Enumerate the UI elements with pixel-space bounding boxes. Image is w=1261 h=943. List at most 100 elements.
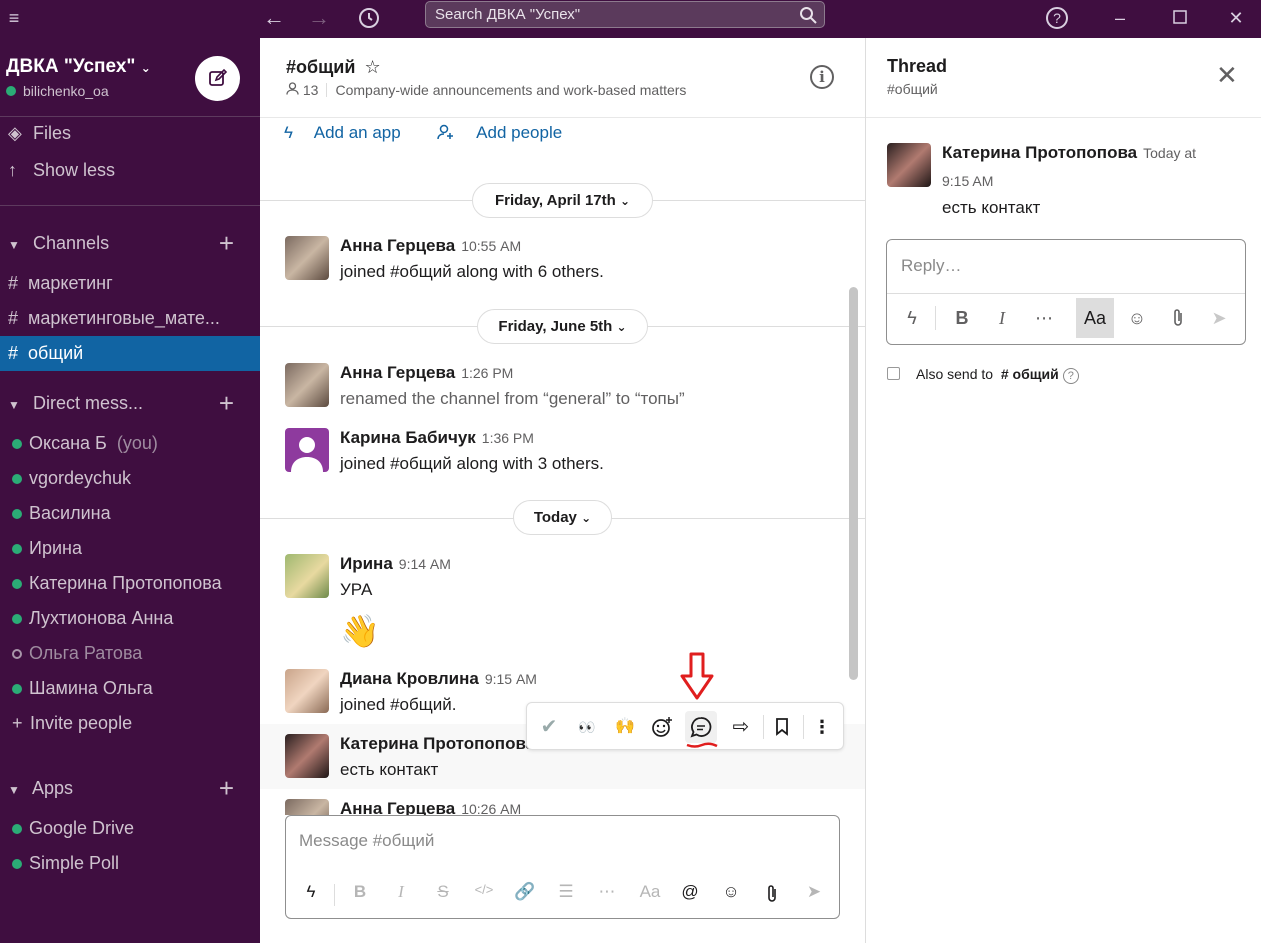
avatar[interactable]: [285, 669, 329, 713]
sidebar-channel-general[interactable]: # общий: [0, 336, 260, 371]
strikethrough-icon[interactable]: S: [431, 882, 455, 902]
reply-in-thread-icon[interactable]: [685, 711, 717, 743]
link-icon[interactable]: 🔗: [513, 882, 537, 902]
more-formatting-icon[interactable]: ⋯: [595, 882, 619, 902]
message-time[interactable]: 9:14 AM: [399, 556, 451, 572]
compose-button[interactable]: [195, 56, 240, 101]
message-time[interactable]: 10:26 AM: [461, 801, 521, 815]
message-author[interactable]: Анна Герцева 1:26 PM: [340, 363, 513, 383]
message-author[interactable]: Катерина Протопопова Today at: [942, 143, 1196, 163]
reply-composer[interactable]: Reply… ϟ B I ⋯ Aa ☺ ➤: [886, 239, 1246, 345]
star-icon[interactable]: ☆: [364, 57, 380, 77]
checkmark-reaction-icon[interactable]: ✔: [533, 711, 565, 743]
avatar[interactable]: [285, 734, 329, 778]
sidebar-dm-vasilina[interactable]: Василина: [0, 496, 260, 531]
help-icon[interactable]: ?: [1045, 4, 1069, 38]
avatar[interactable]: [285, 428, 329, 472]
avatar[interactable]: [285, 799, 329, 815]
also-send-checkbox[interactable]: [887, 367, 900, 380]
direct-messages-header[interactable]: ▼ Direct mess... +: [0, 386, 260, 421]
message[interactable]: Анна Герцева 10:26 AM: [285, 799, 845, 815]
forward-arrow-icon[interactable]: →: [305, 4, 333, 32]
add-app-link[interactable]: ϟ Add an app: [284, 123, 417, 142]
add-channel-icon[interactable]: +: [219, 226, 234, 261]
channel-title[interactable]: #общий ☆: [286, 57, 381, 78]
member-count[interactable]: 13: [303, 82, 319, 98]
formatting-toggle-icon[interactable]: Aa: [638, 882, 662, 902]
scrollbar[interactable]: [849, 287, 858, 680]
add-people-link[interactable]: Add people: [437, 123, 578, 142]
emoji-icon[interactable]: ☺: [1118, 298, 1156, 338]
message-time[interactable]: 1:36 PM: [482, 430, 534, 446]
message-time-continued[interactable]: 9:15 AM: [942, 173, 993, 189]
sidebar-dm-katerina[interactable]: Катерина Протопопова: [0, 566, 260, 601]
workspace-name[interactable]: ДВКА "Успех" ⌄: [6, 56, 151, 78]
message-composer[interactable]: Message #общий ϟ B I S </> 🔗 ☰ ⋯ Aa @ ☺ …: [285, 815, 840, 919]
sidebar-channel-marketing-materials[interactable]: # маркетинговые_мате...: [0, 301, 260, 336]
day-pill[interactable]: Friday, April 17th ⌄: [472, 183, 653, 218]
day-pill[interactable]: Friday, June 5th ⌄: [477, 309, 648, 344]
message-time[interactable]: 1:26 PM: [461, 365, 513, 381]
history-icon[interactable]: [355, 4, 383, 38]
message-author[interactable]: Анна Герцева 10:26 AM: [340, 799, 521, 815]
italic-icon[interactable]: I: [389, 882, 413, 902]
message-author[interactable]: Ирина 9:14 AM: [340, 554, 451, 574]
member-icon[interactable]: [286, 82, 303, 98]
sidebar-dm-shamina[interactable]: Шамина Ольга: [0, 671, 260, 706]
avatar[interactable]: [887, 143, 931, 187]
emoji-icon[interactable]: ☺: [719, 882, 743, 902]
help-icon[interactable]: ?: [1062, 368, 1079, 384]
maximize-icon[interactable]: [1170, 4, 1190, 32]
close-icon[interactable]: ✕: [1216, 62, 1238, 88]
add-app-icon[interactable]: +: [219, 771, 234, 806]
day-pill[interactable]: Today ⌄: [513, 500, 612, 535]
also-send-option[interactable]: Also send to # общий?: [887, 366, 1079, 384]
sidebar-dm-irina[interactable]: Ирина: [0, 531, 260, 566]
message-time[interactable]: Today at: [1143, 145, 1196, 161]
send-icon[interactable]: ➤: [802, 882, 826, 902]
sidebar-app-simple-poll[interactable]: Simple Poll: [0, 846, 260, 881]
minimize-icon[interactable]: –: [1110, 4, 1130, 32]
shortcuts-lightning-icon[interactable]: ϟ: [893, 298, 931, 338]
avatar[interactable]: [285, 363, 329, 407]
thread-channel[interactable]: #общий: [887, 81, 938, 97]
sidebar-dm-oksana[interactable]: Оксана Б (you): [0, 426, 260, 461]
add-reaction-icon[interactable]: [646, 711, 678, 743]
window-close-icon[interactable]: ✕: [1226, 4, 1246, 32]
sidebar-channel-marketing[interactable]: # маркетинг: [0, 266, 260, 301]
more-formatting-icon[interactable]: ⋯: [1025, 298, 1063, 338]
add-dm-icon[interactable]: +: [219, 386, 234, 421]
sidebar-item-show-less[interactable]: ↑ Show less: [0, 153, 260, 188]
attach-paperclip-icon[interactable]: [1159, 298, 1197, 338]
sidebar-dm-vgordeychuk[interactable]: vgordeychuk: [0, 461, 260, 496]
bookmark-icon[interactable]: [766, 711, 798, 743]
bold-icon[interactable]: B: [943, 298, 981, 338]
formatting-toggle-icon[interactable]: Aa: [1076, 298, 1114, 338]
sidebar-item-files[interactable]: ◈ Files: [0, 116, 260, 151]
code-icon[interactable]: </>: [472, 882, 496, 897]
message-author[interactable]: Анна Герцева 10:55 AM: [340, 236, 521, 256]
search-input[interactable]: Search ДВКА "Успех": [425, 1, 825, 28]
sidebar-invite-people[interactable]: + Invite people: [0, 706, 260, 741]
bulleted-list-icon[interactable]: ☰: [554, 882, 578, 902]
mention-icon[interactable]: @: [678, 882, 702, 902]
message-author[interactable]: Карина Бабичук 1:36 PM: [340, 428, 534, 448]
sidebar-dm-lukhtionova[interactable]: Лухтионова Анна: [0, 601, 260, 636]
raised-hands-reaction-icon[interactable]: 🙌: [609, 711, 641, 743]
channels-header[interactable]: ▼ Channels +: [0, 226, 260, 261]
message-author[interactable]: Катерина Протопопова: [340, 734, 535, 754]
message-time[interactable]: 9:15 AM: [485, 671, 537, 687]
eyes-reaction-icon[interactable]: 👀: [571, 711, 603, 743]
send-icon[interactable]: ➤: [1200, 298, 1238, 338]
message-time[interactable]: 10:55 AM: [461, 238, 521, 254]
apps-header[interactable]: ▼ Apps +: [0, 771, 260, 806]
italic-icon[interactable]: I: [983, 298, 1021, 338]
share-arrow-icon[interactable]: ⇨: [725, 711, 757, 743]
more-actions-icon[interactable]: ⋮: [806, 711, 838, 743]
back-arrow-icon[interactable]: ←: [260, 4, 288, 32]
info-icon[interactable]: i: [810, 65, 834, 89]
menu-icon[interactable]: ≡: [4, 4, 24, 32]
attach-paperclip-icon[interactable]: [760, 882, 784, 909]
avatar[interactable]: [285, 236, 329, 280]
avatar[interactable]: [285, 554, 329, 598]
